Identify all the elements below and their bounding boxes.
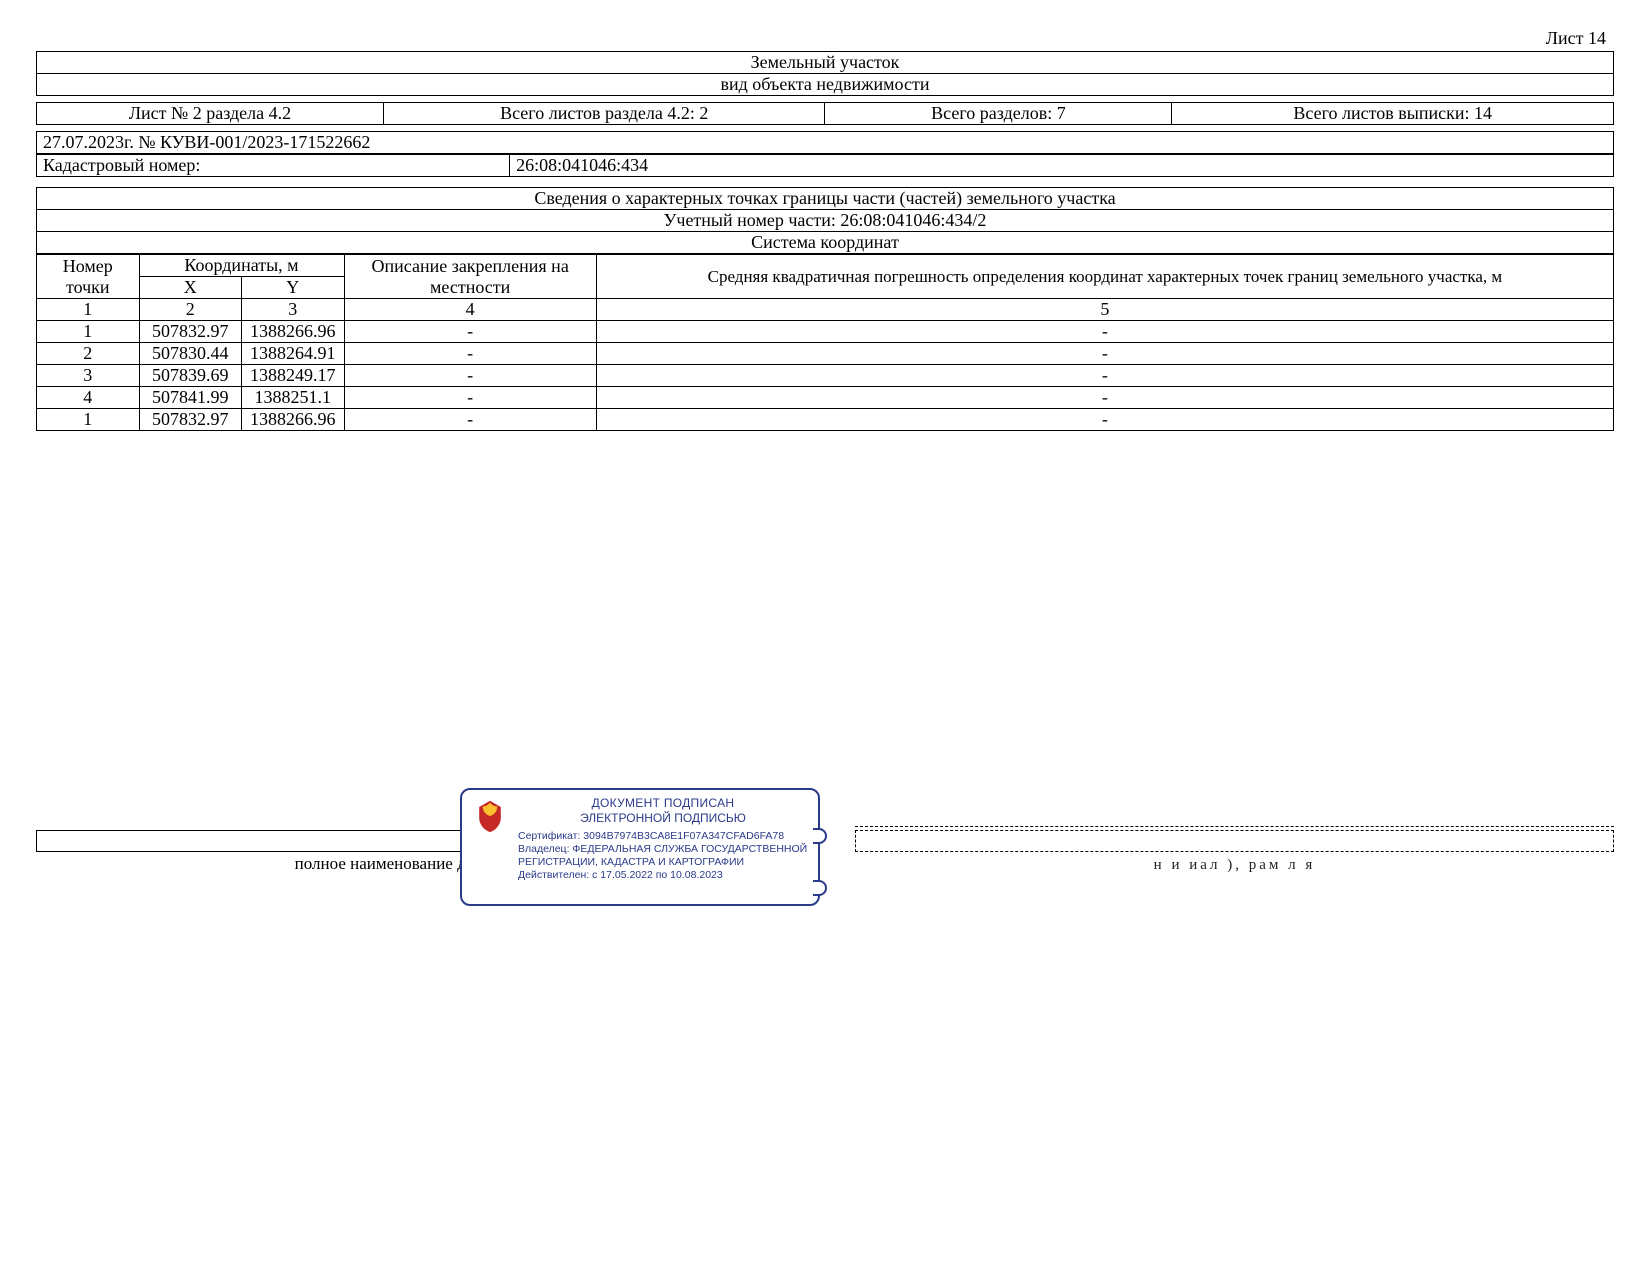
col-y: Y [242,277,345,299]
section-part-no: Учетный номер части: 26:08:041046:434/2 [37,210,1614,232]
meta-row: Лист № 2 раздела 4.2 Всего листов раздел… [36,102,1614,125]
col-x: X [139,277,242,299]
sheet-number: Лист 14 [36,28,1614,49]
col-fixation: Описание закрепления на местности [344,255,596,299]
object-subtitle: вид объекта недвижимости [37,74,1614,96]
section-title: Сведения о характерных точках границы ча… [37,188,1614,210]
col-coords: Координаты, м [139,255,344,277]
cadastral-label: Кадастровый номер: [37,155,510,177]
title-block: Земельный участок вид объекта недвижимос… [36,51,1614,96]
signature-right-label: н и иал ), рам л я [855,855,1614,874]
doc-number-row: 27.07.2023г. № КУВИ-001/2023-171522662 [36,131,1614,154]
coord-system: Система координат [37,232,1614,254]
table-row: 4507841.991388251.1-- [37,387,1614,409]
stamp-valid: Действителен: с 17.05.2022 по 10.08.2023 [518,869,808,882]
table-row: 3507839.691388249.17-- [37,365,1614,387]
stamp-owner2: РЕГИСТРАЦИИ, КАДАСТРА И КАРТОГРАФИИ [518,856,808,869]
coat-of-arms-icon [472,798,508,834]
object-title: Земельный участок [37,52,1614,74]
index-row: 1 2 3 4 5 [37,299,1614,321]
stamp-title2: ЭЛЕКТРОННОЙ ПОДПИСЬЮ [518,811,808,826]
total-sections: Всего разделов: 7 [825,103,1172,125]
col-error: Средняя квадратичная погрешность определ… [596,255,1613,299]
total-sheets-section: Всего листов раздела 4.2: 2 [383,103,825,125]
coordinates-table: Номер точки Координаты, м Описание закре… [36,254,1614,431]
cadastral-number: 26:08:041046:434 [510,155,1614,177]
total-sheets-extract: Всего листов выписки: 14 [1172,103,1614,125]
sheet-of-section: Лист № 2 раздела 4.2 [37,103,384,125]
document-number: 27.07.2023г. № КУВИ-001/2023-171522662 [37,132,1614,154]
stamp-owner1: Владелец: ФЕДЕРАЛЬНАЯ СЛУЖБА ГОСУДАРСТВЕ… [518,843,808,856]
table-row: 2507830.441388264.91-- [37,343,1614,365]
document-page: Лист 14 Земельный участок вид объекта не… [0,0,1650,431]
col-point-no: Номер точки [37,255,140,299]
table-row: 1507832.971388266.96-- [37,409,1614,431]
table-row: 1507832.971388266.96-- [37,321,1614,343]
stamp-cert: Сертификат: 3094B7974B3CA8E1F07A347CFAD6… [518,830,808,843]
stamp-title1: ДОКУМЕНТ ПОДПИСАН [518,796,808,811]
digital-signature-stamp: ДОКУМЕНТ ПОДПИСАН ЭЛЕКТРОННОЙ ПОДПИСЬЮ С… [460,788,820,906]
section-header: Сведения о характерных точках границы ча… [36,187,1614,254]
signature-right-box [855,830,1614,852]
cadastral-row: Кадастровый номер: 26:08:041046:434 [36,154,1614,177]
